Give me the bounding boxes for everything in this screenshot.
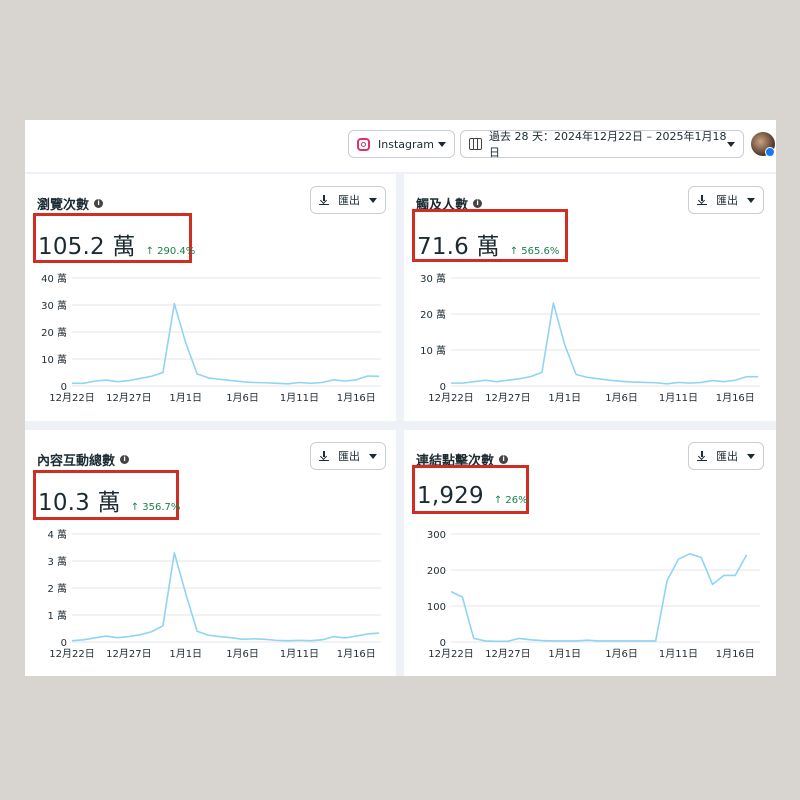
x-tick-label: 1月11日 <box>280 648 319 660</box>
card-reach: 觸及人數 i 匯出 71.6 萬 ↑ 565.6% 0 10 萬 20 萬 30 萬 12月… <box>404 174 776 421</box>
platform-selector[interactable]: Instagram <box>348 130 455 158</box>
x-tick-label: 1月16日 <box>716 648 755 660</box>
x-tick-label: 1月16日 <box>337 648 376 660</box>
y-tick-label: 0 <box>440 638 446 649</box>
y-tick-label: 300 <box>427 530 446 541</box>
y-tick-label: 10 萬 <box>420 344 446 357</box>
facebook-badge-icon <box>765 147 775 157</box>
x-tick-label: 1月1日 <box>169 392 202 404</box>
x-tick-label: 1月1日 <box>548 648 581 660</box>
platform-label: Instagram <box>378 137 434 151</box>
caret-down-icon <box>438 141 446 147</box>
x-tick-label: 12月22日 <box>428 392 473 404</box>
dashboard-frame: Instagram 過去 28 天：2024年12月22日 – 2025年1月1… <box>25 120 776 676</box>
series-line <box>450 553 748 643</box>
y-tick-label: 1 萬 <box>47 609 67 622</box>
y-tick-label: 0 <box>61 382 67 393</box>
x-tick-label: 12月27日 <box>485 648 530 660</box>
y-tick-label: 4 萬 <box>47 528 67 541</box>
series-line <box>71 552 380 642</box>
y-tick-label: 3 萬 <box>47 555 67 568</box>
x-tick-label: 1月11日 <box>659 392 698 404</box>
y-tick-label: 0 <box>61 638 67 649</box>
x-tick-label: 1月6日 <box>226 392 259 404</box>
y-tick-label: 30 萬 <box>420 272 446 285</box>
x-tick-label: 12月27日 <box>106 392 151 404</box>
x-tick-label: 12月22日 <box>49 392 94 404</box>
x-tick-label: 1月16日 <box>337 392 376 404</box>
y-tick-label: 20 萬 <box>420 308 446 321</box>
x-tick-label: 12月22日 <box>49 648 94 660</box>
card-views: 瀏覽次數 i 匯出 105.2 萬 ↑ 290.4% 0 10 萬 20 萬 30 萬 40… <box>25 174 396 421</box>
card-link-clicks: 連結點擊次數 i 匯出 1,929 ↑ 26% 0 100 200 300 12月22日 12… <box>404 430 776 676</box>
y-tick-label: 200 <box>427 566 446 577</box>
x-tick-label: 1月6日 <box>605 392 638 404</box>
instagram-icon <box>357 137 370 151</box>
chart-link-clicks: 0 100 200 300 12月22日 12月27日 1月1日 1月6日 1月11日 1月16日 <box>427 530 760 660</box>
x-tick-label: 1月1日 <box>169 648 202 660</box>
calendar-icon <box>469 138 482 150</box>
y-tick-label: 40 萬 <box>41 272 67 285</box>
chart-interactions: 0 1 萬 2 萬 3 萬 4 萬 12月22日 12月27日 1月1日 1月6日 1月11日 1月… <box>47 528 381 660</box>
x-tick-label: 1月6日 <box>226 648 259 660</box>
y-tick-label: 20 萬 <box>41 326 67 339</box>
x-tick-label: 1月11日 <box>280 392 319 404</box>
x-tick-label: 12月27日 <box>106 648 151 660</box>
top-bar: Instagram 過去 28 天：2024年12月22日 – 2025年1月1… <box>25 120 776 172</box>
y-tick-label: 2 萬 <box>47 582 67 595</box>
y-tick-label: 0 <box>440 382 446 393</box>
x-tick-label: 12月22日 <box>428 648 473 660</box>
y-tick-label: 100 <box>427 602 446 613</box>
card-interactions: 內容互動總數 i 匯出 10.3 萬 ↑ 356.7% 01 萬2 萬3 萬4 萬1… <box>25 430 396 676</box>
date-range-selector[interactable]: 過去 28 天：2024年12月22日 – 2025年1月18日 <box>460 130 744 159</box>
chart-views: 0 10 萬 20 萬 30 萬 40 萬 12月22日 12月27日 1月1日 1月6日 1月1… <box>41 272 381 404</box>
date-range-label: 過去 28 天：2024年12月22日 – 2025年1月18日 <box>489 130 727 159</box>
y-tick-label: 30 萬 <box>41 299 67 312</box>
x-tick-label: 12月27日 <box>485 392 530 404</box>
x-tick-label: 1月6日 <box>605 648 638 660</box>
chart-reach: 0 10 萬 20 萬 30 萬 12月22日 12月27日 1月1日 1月6日 1月11日 1月… <box>420 272 760 404</box>
y-tick-label: 10 萬 <box>41 353 67 366</box>
x-tick-label: 1月1日 <box>548 392 581 404</box>
caret-down-icon <box>727 141 735 147</box>
x-tick-label: 1月16日 <box>716 392 755 404</box>
x-tick-label: 1月11日 <box>659 648 698 660</box>
series-line <box>72 302 380 385</box>
series-line <box>451 302 758 385</box>
